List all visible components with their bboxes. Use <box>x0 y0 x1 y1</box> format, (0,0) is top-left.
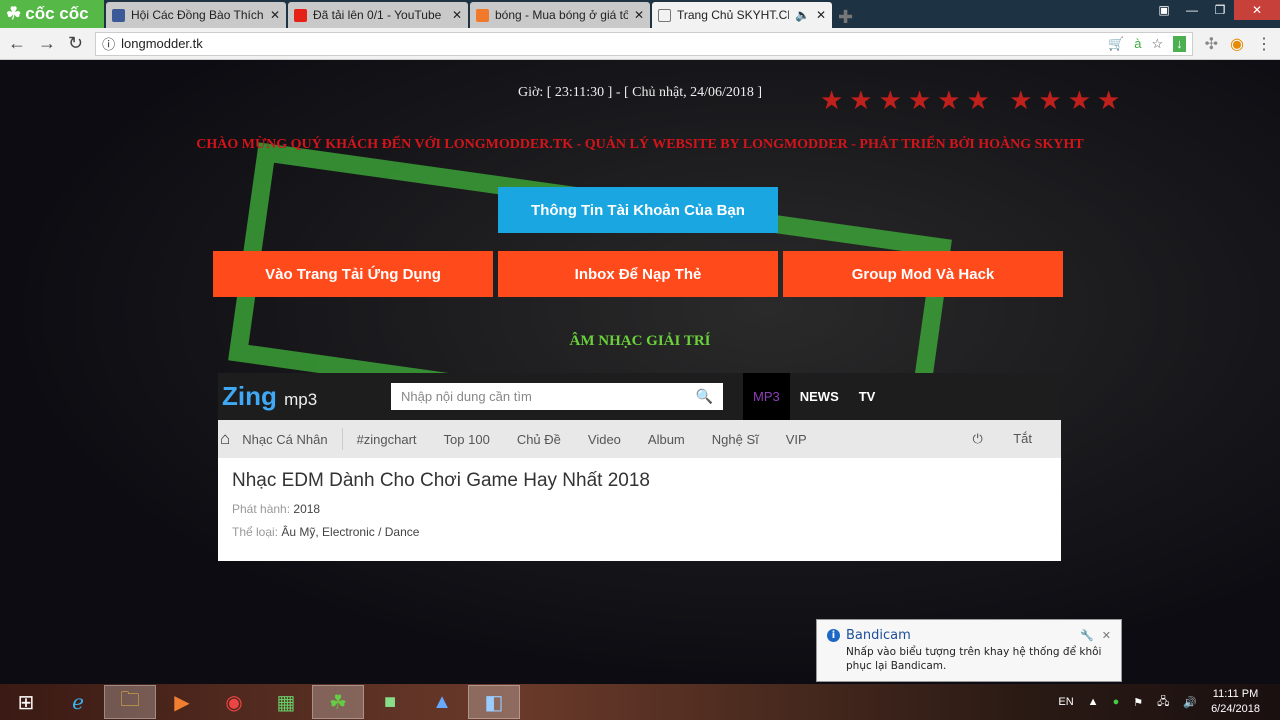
extension-icon[interactable]: ✣ <box>1205 34 1218 54</box>
address-bar: ← → ↻ ⓘ longmodder.tk 🛒 à ☆ ↓ ✣ ◉ ⋮ <box>0 28 1280 60</box>
coccoc-menu-icon[interactable]: ◉ <box>1230 34 1244 54</box>
taskbar: ⊞ ℯ 🗀 ▶ ◉ ▦ ☘ ■ ▲ ◧ EN ▲ ● ⚑ 🖧 🔊 11:11 P… <box>0 684 1280 720</box>
menu-item[interactable]: Nhạc Cá Nhân <box>242 432 327 447</box>
inbox-topup-button[interactable]: Inbox Để Nạp Thẻ <box>498 251 778 297</box>
network-icon[interactable]: 🖧 <box>1157 693 1169 712</box>
bandicam-notification[interactable]: i Bandicam 🔧 ✕ Nhấp vào biểu tượng trên kha… <box>816 619 1122 682</box>
genre[interactable]: Âu Mỹ, Electronic / Dance <box>281 525 419 539</box>
chrome-icon[interactable]: ◉ <box>208 685 260 719</box>
coccoc-icon[interactable]: ☘ <box>312 685 364 719</box>
coccoc-icon: ☘ <box>6 4 22 23</box>
zing-search-input[interactable]: Nhập nội dung cần tìm 🔍 <box>391 383 723 410</box>
welcome-banner: CHÀO MỪNG QUÝ KHÁCH ĐẾN VỚI LONGMODDER.T… <box>196 137 1084 152</box>
bandicam-tray-icon[interactable]: ● <box>1113 696 1120 708</box>
info-icon[interactable]: ⓘ <box>102 34 115 53</box>
new-tab-button[interactable]: ✚ <box>838 7 853 28</box>
zing-logo[interactable]: Zing mp3 <box>218 381 391 412</box>
zing-tab-tv[interactable]: TV <box>849 373 886 420</box>
tab-trang-chu[interactable]: Trang Chủ SKYHT.CF 🔈 ✕ <box>652 2 832 28</box>
menu-item[interactable]: VIP <box>786 432 807 447</box>
volume-icon[interactable]: 🔊 <box>1183 696 1197 709</box>
account-info-button[interactable]: Thông Tin Tài Khoản Của Bạn <box>498 187 778 233</box>
power-icon: ⏻ <box>972 431 983 446</box>
star-icon[interactable]: ☆ <box>1151 36 1163 52</box>
close-tab-icon[interactable]: ✕ <box>634 8 644 22</box>
tab-youtube[interactable]: Đã tải lên 0/1 - YouTube ✕ <box>288 2 468 28</box>
show-hidden-icons[interactable]: ▲ <box>1088 696 1099 708</box>
clock-text: Giờ: [ 23:11:30 ] - [ Chủ nhật, 24/06/20… <box>517 85 763 100</box>
page-content: ★★★★★★ ★★★★ Giờ: [ 23:11:30 ] - [ Chủ nh… <box>0 60 1280 684</box>
cart-icon[interactable]: 🛒 <box>1108 36 1124 52</box>
shop-icon <box>476 8 489 22</box>
zing-mp3-embed: Zing mp3 Nhập nội dung cần tìm 🔍 MP3 NEWS… <box>218 373 1061 561</box>
translate-icon[interactable]: à <box>1134 36 1141 52</box>
audio-icon[interactable]: 🔈 <box>795 8 810 22</box>
browser-logo[interactable]: ☘ cốc cốc <box>0 0 104 28</box>
download-icon[interactable]: ↓ <box>1173 35 1186 52</box>
media-player-icon[interactable]: ▶ <box>156 685 208 719</box>
app-icon[interactable]: ▲ <box>416 685 468 719</box>
close-icon[interactable]: ✕ <box>1102 629 1111 642</box>
menu-item[interactable]: Nghệ Sĩ <box>712 432 759 447</box>
menu-item[interactable]: Chủ Đề <box>517 432 561 447</box>
release-year: 2018 <box>293 502 321 516</box>
download-apps-button[interactable]: Vào Trang Tải Ứng Dụng <box>213 251 493 297</box>
menu-item[interactable]: #zingchart <box>357 432 417 447</box>
music-heading: ÂM NHẠC GIẢI TRÍ <box>569 333 711 349</box>
notepad-icon[interactable]: ◧ <box>468 685 520 719</box>
close-window-button[interactable]: ✕ <box>1234 0 1280 20</box>
back-icon[interactable]: ← <box>8 33 26 54</box>
facebook-icon <box>112 8 125 22</box>
reload-icon[interactable]: ↻ <box>68 33 83 54</box>
menu-icon[interactable]: ⋮ <box>1256 34 1272 54</box>
close-tab-icon[interactable]: ✕ <box>816 8 826 22</box>
tab-shop[interactable]: bóng - Mua bóng ở giá tố ✕ <box>470 2 650 28</box>
minimize-button[interactable]: — <box>1178 0 1206 20</box>
group-mod-hack-button[interactable]: Group Mod Và Hack <box>783 251 1063 297</box>
search-icon[interactable]: 🔍 <box>696 388 713 405</box>
settings-icon[interactable]: 🔧 <box>1080 629 1094 642</box>
zing-tab-mp3[interactable]: MP3 <box>743 373 790 420</box>
ie-icon[interactable]: ℯ <box>52 685 104 719</box>
nox-icon[interactable]: ■ <box>364 685 416 719</box>
tab-bar: ☘ cốc cốc Hội Các Đồng Bào Thích M ✕ Đã tả… <box>0 0 1280 28</box>
zing-tab-news[interactable]: NEWS <box>790 373 849 420</box>
close-tab-icon[interactable]: ✕ <box>452 8 462 22</box>
file-explorer-icon[interactable]: 🗀 <box>104 685 156 719</box>
home-icon[interactable]: ⌂ <box>220 429 230 449</box>
flag-icon[interactable]: ⚑ <box>1133 696 1143 709</box>
start-button[interactable]: ⊞ <box>0 685 52 719</box>
tab-facebook[interactable]: Hội Các Đồng Bào Thích M ✕ <box>106 2 286 28</box>
power-button[interactable]: ⏻ Tắt <box>973 431 1059 447</box>
menu-item[interactable]: Top 100 <box>444 432 490 447</box>
system-clock[interactable]: 11:11 PM 6/24/2018 <box>1211 687 1260 717</box>
forward-icon[interactable]: → <box>38 33 56 54</box>
maximize-button[interactable]: ❐ <box>1206 0 1234 20</box>
page-icon <box>658 8 671 22</box>
youtube-icon <box>294 8 307 22</box>
menu-item[interactable]: Video <box>588 432 621 447</box>
info-icon: i <box>827 629 840 642</box>
user-icon[interactable]: ▣ <box>1150 0 1178 20</box>
video-editor-icon[interactable]: ▦ <box>260 685 312 719</box>
album-title: Nhạc EDM Dành Cho Chơi Game Hay Nhất 201… <box>232 470 650 491</box>
close-tab-icon[interactable]: ✕ <box>270 8 280 22</box>
menu-item[interactable]: Album <box>648 432 685 447</box>
language-indicator[interactable]: EN <box>1058 696 1073 708</box>
url-input[interactable]: ⓘ longmodder.tk 🛒 à ☆ ↓ <box>95 31 1193 56</box>
